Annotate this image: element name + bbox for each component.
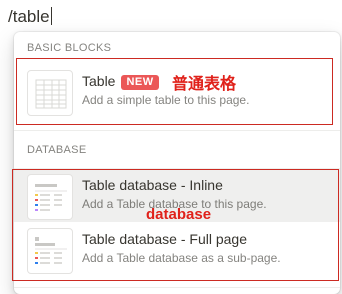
command-text: /table <box>8 7 50 26</box>
section-label-database: DATABASE <box>27 144 87 156</box>
section-label-basic-blocks: BASIC BLOCKS <box>27 42 112 54</box>
menu-item-title: Table NEW <box>82 73 159 90</box>
database-full-page-thumbnail-icon <box>27 228 73 274</box>
menu-item-description: Add a simple table to this page. <box>82 93 250 107</box>
annotation-database-note: database <box>146 206 212 223</box>
menu-item-table-database-full-page[interactable]: Table database - Full page Add a Table d… <box>14 222 340 276</box>
menu-item-description: Add a Table database as a sub-page. <box>82 251 281 265</box>
table-thumbnail-icon <box>27 70 73 116</box>
menu-item-title: Table database - Inline <box>82 177 223 193</box>
slash-command-input[interactable]: /table <box>8 6 52 28</box>
table-title: Table <box>82 73 116 89</box>
new-badge: NEW <box>121 75 159 90</box>
database-inline-thumbnail-icon <box>27 174 73 220</box>
section-divider <box>14 130 340 131</box>
menu-item-title: Table database - Full page <box>82 231 247 247</box>
annotation-basic-table-note: 普通表格 <box>172 76 237 93</box>
bottom-divider <box>14 287 340 288</box>
text-caret <box>50 7 52 25</box>
